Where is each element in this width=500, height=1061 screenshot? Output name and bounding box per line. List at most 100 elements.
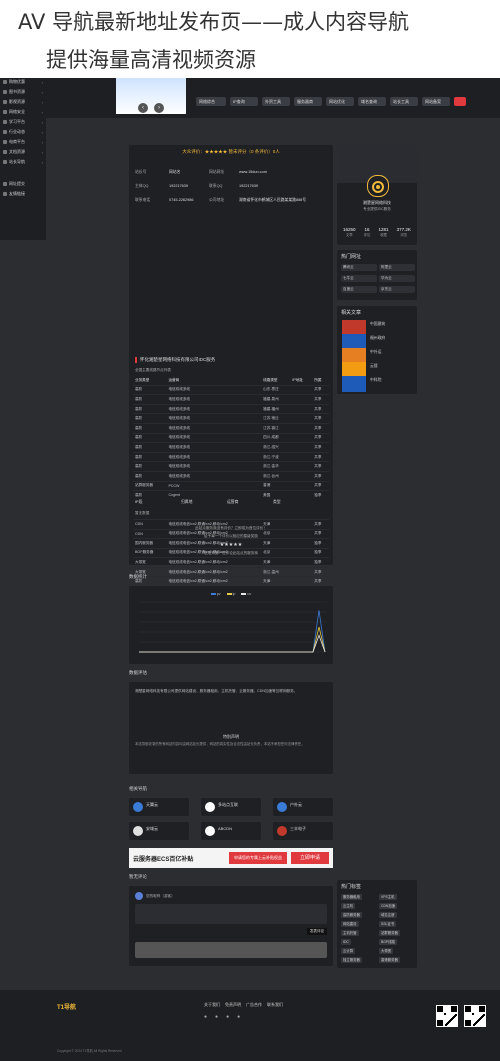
top-button-2[interactable]: IP查询 (230, 97, 258, 106)
sidebar-item-15[interactable]: 站长导航 › (3, 158, 43, 166)
hot-site-item[interactable]: 阿里云 (379, 264, 415, 271)
ad-cta-button[interactable]: 立即申请 (291, 852, 329, 864)
sidebar-item-16[interactable]: 网址提交 (3, 180, 43, 188)
qq-icon[interactable]: ● (215, 1014, 218, 1020)
related-card[interactable]: 天翼云 (129, 798, 189, 816)
wechat-icon[interactable]: ● (204, 1014, 207, 1020)
related-card[interactable]: 户外云 (273, 798, 333, 816)
legend-item[interactable]: ip (226, 592, 235, 596)
article-title[interactable]: 云搜 (370, 364, 378, 369)
disclaimer-text: 本站导航收录的所有网站内容均由网站站长提供，网站的真实性及合法性由站长负责，本站… (135, 742, 305, 746)
sidebar-item-8[interactable]: 图书资源 › (3, 88, 43, 96)
related-card[interactable]: ABCDN (201, 822, 261, 840)
comment-login-bar[interactable] (135, 942, 327, 958)
tag-item[interactable]: 云计算 (341, 948, 356, 954)
legend-item[interactable]: uv (241, 592, 251, 596)
next-arrow-icon[interactable]: › (154, 103, 164, 113)
top-button-1[interactable]: 网络综合 (196, 97, 226, 106)
tag-item[interactable]: 主机托管 (341, 930, 359, 936)
article-title[interactable]: 中科院 (370, 378, 381, 383)
tag-item[interactable]: 站群服务器 (379, 930, 400, 936)
top-button-5[interactable]: 网站优化 (326, 97, 354, 106)
tag-item[interactable]: 云主机 (341, 903, 356, 909)
sidebar-item-10[interactable]: 网络安全 › (3, 108, 43, 116)
qr-module (483, 1014, 485, 1016)
table-cell: 浙江-宁波 (261, 452, 291, 463)
tag-item[interactable]: IDC (341, 939, 351, 945)
sidebar-item-12[interactable]: 行业动态 › (3, 128, 43, 136)
profile-stat: 16250 文章 (343, 227, 356, 237)
mail-icon[interactable]: ● (237, 1014, 240, 1020)
sidebar-item-17[interactable]: 友情链接 (3, 190, 43, 198)
hot-site-item[interactable]: 京东云 (379, 286, 415, 293)
tag-item[interactable]: CDN加速 (379, 903, 398, 909)
profile-stat: 1281 收藏 (379, 227, 389, 237)
tag-item[interactable]: SSL证书 (379, 921, 397, 927)
table-cell: 共享 (312, 413, 329, 424)
chevron-right-icon: › (41, 129, 43, 135)
submit-comment-button[interactable]: 发表评论 (307, 928, 327, 935)
table-cell: 电信双线多线 (166, 385, 262, 396)
article-title[interactable]: 福州政府 (370, 336, 385, 341)
table-cell (290, 385, 313, 396)
tag-item[interactable]: 大带宽 (379, 948, 394, 954)
hot-site-item[interactable]: 百度云 (341, 286, 377, 293)
hot-site-item[interactable]: 腾讯云 (341, 264, 377, 271)
tag-item[interactable]: 网站建设 (341, 921, 359, 927)
sidebar-item-7[interactable]: 购物优惠 › (3, 78, 43, 86)
chevron-right-icon: › (41, 109, 43, 115)
tag-item[interactable]: VPS主机 (379, 894, 397, 900)
article-title[interactable]: 中外运 (370, 350, 381, 355)
info-cell: www.15dun.com (239, 170, 267, 174)
footer-link[interactable]: 关于我们 (204, 1002, 220, 1008)
related-card[interactable]: 三丰电子 (273, 822, 333, 840)
qr-module (449, 1020, 451, 1022)
footer-link[interactable]: 联系我们 (267, 1002, 283, 1008)
tag-item[interactable]: 香港服务器 (379, 957, 400, 963)
info-cell[interactable]: 192217639 (169, 184, 188, 188)
top-button-6[interactable]: 域名查询 (358, 97, 386, 106)
info-cell[interactable]: 192217639 (239, 184, 258, 188)
related-card[interactable]: 安域云 (129, 822, 189, 840)
legend-item[interactable]: pv (210, 592, 221, 596)
qr-module (477, 1020, 479, 1022)
submit-icon (3, 182, 7, 186)
tag-item[interactable]: 域名注册 (379, 912, 397, 918)
info-cell[interactable]: 网站名 (169, 170, 180, 175)
rate-stars[interactable]: ★★★★★ (129, 542, 333, 548)
table-cell (290, 481, 313, 492)
hot-site-item[interactable]: 七牛云 (341, 275, 377, 282)
info-cell: 联系QQ (209, 184, 223, 188)
tag-item[interactable]: 高防服务器 (341, 912, 362, 918)
tag-item[interactable]: 独立服务器 (341, 957, 362, 963)
column-header: 所属 (312, 376, 329, 386)
tag-item[interactable]: BGP线路 (379, 939, 397, 945)
top-button-7[interactable]: 站长工具 (390, 97, 418, 106)
tag-item[interactable]: 服务器租用 (341, 894, 362, 900)
top-button-8[interactable]: 网站备案 (422, 97, 450, 106)
sidebar-item-11[interactable]: 学习平台 › (3, 118, 43, 126)
top-button-9[interactable] (454, 97, 466, 106)
ad-banner[interactable]: 云服务器ECS百亿补贴 申请您的专属上云补贴权益 立即申请 (129, 848, 333, 868)
top-button-4[interactable]: 服务器商 (294, 97, 322, 106)
footer-link[interactable]: 免责声明 (225, 1002, 241, 1008)
sidebar-item-14[interactable]: 文档资源 › (3, 148, 43, 156)
site-icon (277, 802, 287, 812)
github-icon[interactable]: ● (226, 1014, 229, 1020)
comment-textarea[interactable] (135, 904, 327, 924)
related-card[interactable]: 多站点互联 (201, 798, 261, 816)
sidebar-item-label: 学习平台 (9, 119, 25, 124)
article-thumb[interactable] (342, 376, 366, 392)
hot-tags-card: 热门标签 服务器租用 VPS主机 云主机 CDN加速 高防服务器 域名注册 网站建设 SSL证… (337, 880, 417, 968)
footer-link[interactable]: 广告合作 (246, 1002, 262, 1008)
table-cell (290, 567, 313, 578)
sidebar-item-9[interactable]: 影视资源 › (3, 98, 43, 106)
top-button-3[interactable]: 外贸工具 (262, 97, 290, 106)
rate-sub: 给予每一个评价以相应的星级奖励 (204, 534, 258, 538)
article-title[interactable]: 中国建筑 (370, 322, 385, 327)
chevron-right-icon: › (41, 159, 43, 165)
hot-site-item[interactable]: 华为云 (379, 275, 415, 282)
table-row: 高防 电信双线多线 江苏-宿迁 共享 (133, 413, 329, 424)
sidebar-item-13[interactable]: 电商平台 › (3, 138, 43, 146)
prev-arrow-icon[interactable]: ‹ (138, 103, 148, 113)
